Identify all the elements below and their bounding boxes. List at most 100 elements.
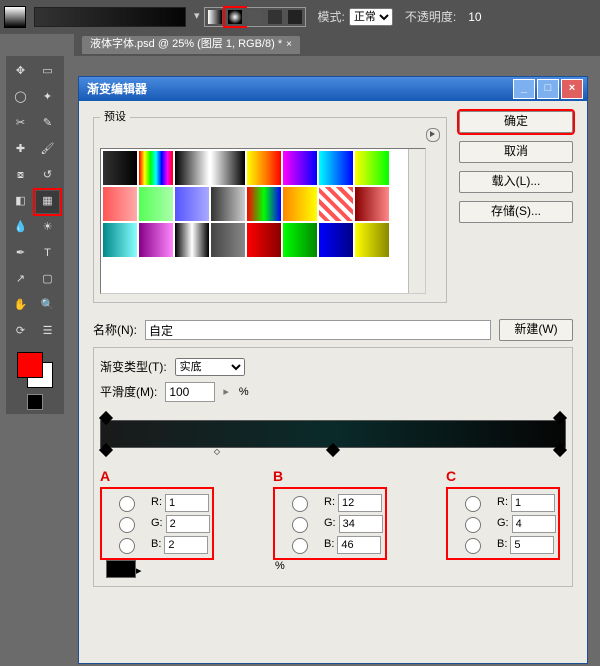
g-radio[interactable] [109,517,145,533]
g-radio[interactable] [282,517,318,533]
eraser-tool[interactable]: ◧ [8,190,33,214]
preset-swatch[interactable] [247,187,281,221]
smoothness-input[interactable] [165,382,215,402]
move-tool[interactable]: ✥ [8,60,33,84]
midpoint[interactable]: ◇ [214,447,220,457]
preset-swatch[interactable] [283,187,317,221]
cancel-button[interactable]: 取消 [459,141,573,163]
save-button[interactable]: 存储(S)... [459,201,573,223]
color-stop-a[interactable] [99,443,113,457]
hand-tool[interactable]: ✋ [8,294,33,318]
preset-swatch[interactable] [175,151,209,185]
preset-swatch[interactable] [103,223,137,257]
path-tool[interactable]: ↗ [8,268,33,292]
preset-swatch[interactable] [211,187,245,221]
rotate-tool[interactable]: ⟳ [8,320,33,344]
preset-swatch[interactable] [175,223,209,257]
close-icon[interactable]: × [286,39,292,51]
new-button[interactable]: 新建(W) [499,319,573,341]
lasso-tool[interactable]: ◯ [8,86,33,110]
preset-swatch[interactable] [319,187,353,221]
preset-swatch[interactable] [355,223,389,257]
preset-swatch[interactable] [139,151,173,185]
opacity-stop[interactable] [553,411,567,425]
wand-tool[interactable]: ✦ [35,86,60,110]
g-input[interactable] [512,515,556,533]
reflected-gradient-button[interactable] [265,8,285,26]
b-input[interactable] [164,536,208,554]
preset-swatch[interactable] [283,223,317,257]
shape-tool[interactable]: ▢ [35,268,60,292]
preset-swatch[interactable] [355,151,389,185]
close-button[interactable]: × [561,79,583,99]
r-radio[interactable] [109,496,145,512]
diamond-gradient-button[interactable] [285,8,305,26]
r-radio[interactable] [282,496,318,512]
preset-swatch[interactable] [319,223,353,257]
preset-swatch[interactable] [103,151,137,185]
chevron-right-icon[interactable]: ▸ [136,565,142,577]
r-radio[interactable] [455,496,491,512]
preset-swatch[interactable] [355,187,389,221]
linear-gradient-button[interactable] [205,8,225,26]
document-tab[interactable]: 液体字体.psd @ 25% (图层 1, RGB/8) * × [82,36,300,53]
notes-tool[interactable]: ☰ [35,320,60,344]
heal-tool[interactable]: ✚ [8,138,33,162]
marquee-tool[interactable]: ▭ [35,60,60,84]
g-radio[interactable] [455,517,491,533]
color-stop-c[interactable] [553,443,567,457]
b-radio[interactable] [455,538,491,554]
r-input[interactable] [165,494,209,512]
dialog-titlebar[interactable]: 渐变编辑器 _ □ × [79,77,587,101]
maximize-button[interactable]: □ [537,79,559,99]
opacity-value[interactable]: 10 [468,10,481,24]
foreground-swatch[interactable] [4,6,26,28]
b-radio[interactable] [109,538,145,554]
load-button[interactable]: 载入(L)... [459,171,573,193]
angle-gradient-button[interactable] [245,8,265,26]
blend-mode-select[interactable]: 正常 [349,8,393,26]
b-input[interactable] [510,536,554,554]
preset-swatch[interactable] [319,151,353,185]
preset-swatch[interactable] [211,223,245,257]
chevron-right-icon[interactable]: ▸ [223,386,229,399]
history-brush-tool[interactable]: ↺ [35,164,60,188]
zoom-tool[interactable]: 🔍 [35,294,60,318]
type-tool[interactable]: T [35,242,60,266]
preset-menu-icon[interactable] [426,128,440,142]
preset-grid[interactable] [100,148,426,294]
gradient-type-select[interactable]: 实底 [175,358,245,376]
preset-swatch[interactable] [139,223,173,257]
b-input[interactable] [337,536,381,554]
quickmask-toggle[interactable] [27,394,43,410]
dropdown-icon[interactable]: ▾ [194,10,200,23]
color-swatches[interactable] [17,352,53,388]
gradient-tool[interactable]: ▦ [35,190,60,214]
opacity-stop[interactable] [99,411,113,425]
gradient-bar[interactable]: ◇ [100,420,566,448]
minimize-button[interactable]: _ [513,79,535,99]
preset-swatch[interactable] [175,187,209,221]
radial-gradient-button[interactable] [225,8,245,26]
stamp-tool[interactable]: ⧇ [8,164,33,188]
dodge-tool[interactable]: ☀ [35,216,60,240]
crop-tool[interactable]: ✂ [8,112,33,136]
name-input[interactable] [145,320,491,340]
preset-swatch[interactable] [103,187,137,221]
color-preview[interactable] [106,560,136,578]
preset-swatch[interactable] [247,151,281,185]
preset-swatch[interactable] [283,151,317,185]
brush-tool[interactable]: 🖌 [35,138,60,162]
pen-tool[interactable]: ✒ [8,242,33,266]
r-input[interactable] [338,494,382,512]
gradient-preview[interactable] [34,7,186,27]
blur-tool[interactable]: 💧 [8,216,33,240]
color-stop-b[interactable] [326,443,340,457]
eyedropper-tool[interactable]: ✎ [35,112,60,136]
preset-swatch[interactable] [139,187,173,221]
g-input[interactable] [339,515,383,533]
preset-swatch[interactable] [247,223,281,257]
preset-swatch[interactable] [211,151,245,185]
b-radio[interactable] [282,538,318,554]
r-input[interactable] [511,494,555,512]
